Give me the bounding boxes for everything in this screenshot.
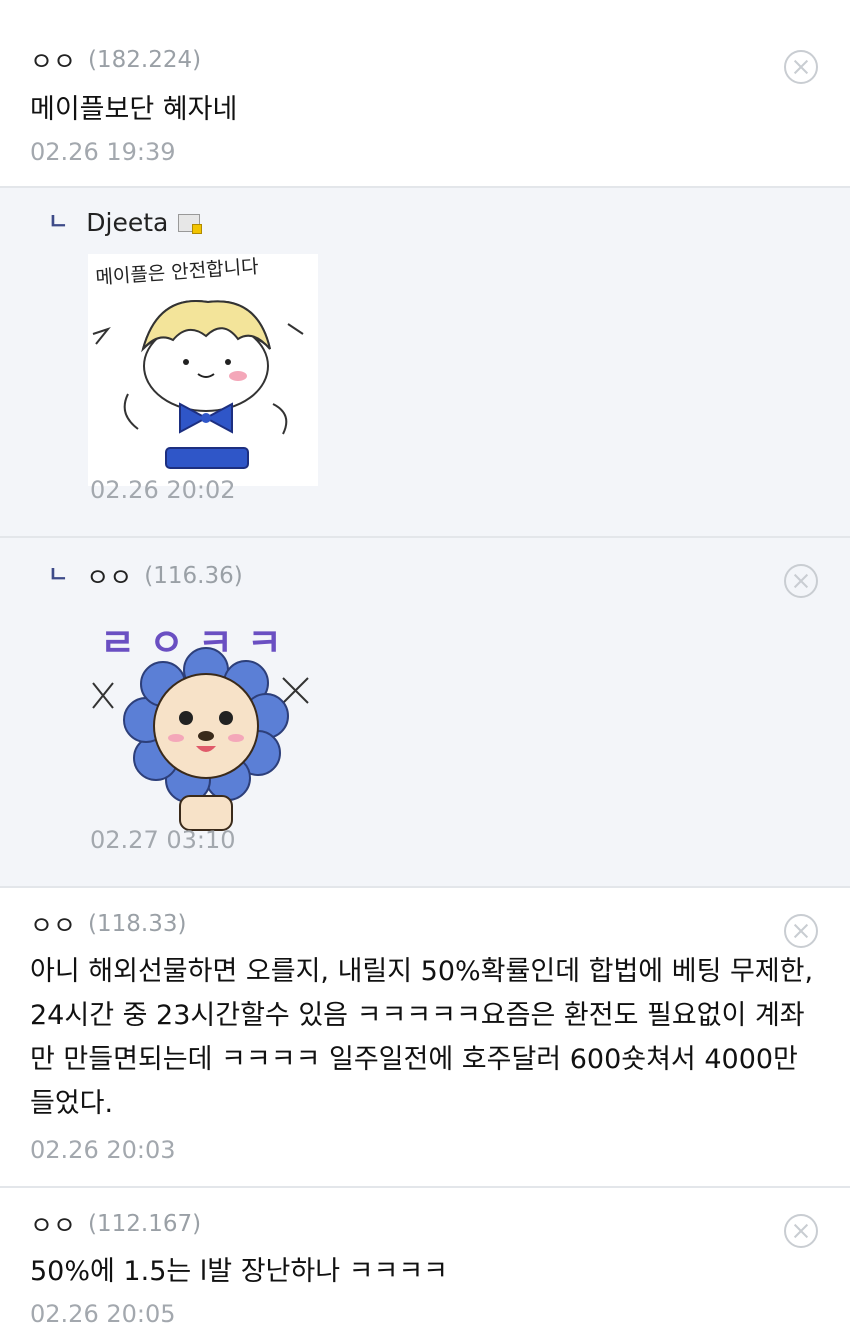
- nickname[interactable]: ㅇㅇ: [30, 906, 76, 942]
- ip-address: (118.33): [88, 911, 187, 937]
- comment-date: 02.26 19:39: [30, 138, 176, 166]
- ip-address: (112.167): [88, 1211, 202, 1237]
- reply-comment: ㄴ Djeeta 메이플은 안전합니다 02.26 20:02: [0, 188, 850, 538]
- gallery-member-icon: [178, 213, 203, 234]
- comment-header: ㅇㅇ (182.224): [30, 42, 201, 78]
- nickname[interactable]: ㅇㅇ: [86, 558, 132, 594]
- sticker-image: ㄹㅇㅋㅋ: [88, 608, 323, 838]
- comment-text: 아니 해외선물하면 오를지, 내릴지 50%확률인데 합법에 베팅 무제한, 2…: [30, 956, 814, 1119]
- reply-comment: ㄴ ㅇㅇ (116.36) ㄹㅇㅋㅋ 02.27 03:10: [0, 538, 850, 888]
- comment: ㅇㅇ (182.224) 메이플보단 혜자네 02.26 19:39: [0, 0, 850, 188]
- comment-header: ㄴ Djeeta: [48, 208, 203, 237]
- comment-header: ㄴ ㅇㅇ (116.36): [48, 558, 243, 594]
- delete-icon[interactable]: [784, 1214, 818, 1248]
- comment-text: 메이플보단 혜자네: [30, 94, 238, 125]
- reply-mark: ㄴ: [48, 563, 69, 588]
- comment-header: ㅇㅇ (118.33): [30, 906, 186, 942]
- delete-icon[interactable]: [784, 564, 818, 598]
- ip-address: (116.36): [144, 563, 243, 589]
- nickname[interactable]: Djeeta: [86, 208, 168, 237]
- nickname[interactable]: ㅇㅇ: [30, 42, 76, 78]
- ip-address: (182.224): [88, 47, 202, 73]
- reply-mark: ㄴ: [48, 209, 69, 235]
- nickname[interactable]: ㅇㅇ: [30, 1206, 76, 1242]
- delete-icon[interactable]: [784, 50, 818, 84]
- comment-date: 02.26 20:05: [30, 1300, 176, 1328]
- sticker-image: 메이플은 안전합니다: [88, 254, 318, 486]
- comment-header: ㅇㅇ (112.167): [30, 1206, 201, 1242]
- comment: ㅇㅇ (112.167) 50%에 1.5는 l발 장난하나 ㅋㅋㅋㅋ 02.2…: [0, 1188, 850, 1338]
- delete-icon[interactable]: [784, 914, 818, 948]
- comment-date: 02.26 20:02: [90, 476, 236, 504]
- comment-text: 50%에 1.5는 l발 장난하나 ㅋㅋㅋㅋ: [30, 1256, 449, 1287]
- comment-date: 02.26 20:03: [30, 1136, 176, 1164]
- comment: ㅇㅇ (118.33) 아니 해외선물하면 오를지, 내릴지 50%확률인데 합…: [0, 888, 850, 1188]
- comment-date: 02.27 03:10: [90, 826, 236, 854]
